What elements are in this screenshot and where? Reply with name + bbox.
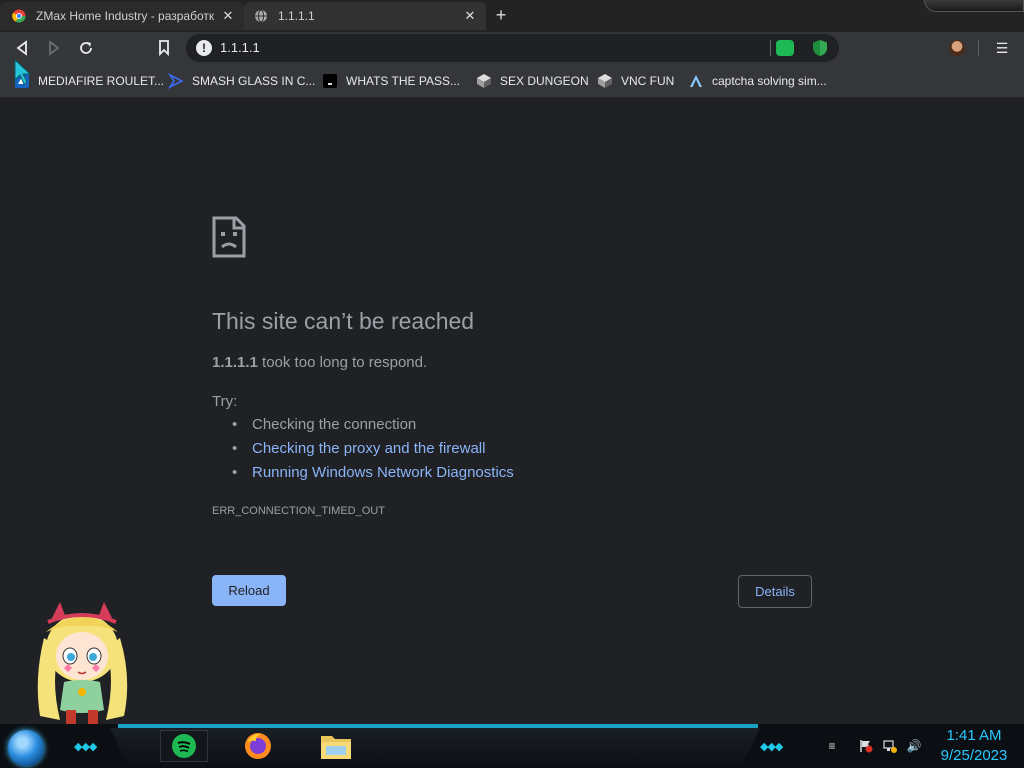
chrome-icon	[12, 9, 26, 23]
tray-overflow-icon[interactable]: ≡	[824, 738, 840, 754]
spotify-extension-icon[interactable]	[776, 40, 794, 56]
tab-title: ZMax Home Industry - разработк	[36, 9, 215, 23]
visualstudio-icon	[168, 73, 184, 89]
folder-icon	[321, 736, 351, 759]
clock-time: 1:41 AM	[946, 727, 1002, 744]
url-text[interactable]: 1.1.1.1	[220, 40, 260, 55]
bookmark-label: SMASH GLASS IN C...	[192, 74, 316, 88]
divider	[978, 40, 979, 56]
info-icon[interactable]: !	[196, 40, 212, 56]
bookmark-icon	[159, 40, 169, 56]
suggestion-item: Checking the connection	[232, 416, 514, 440]
back-icon	[16, 40, 27, 56]
bookmark-label: WHATS THE PASS...	[346, 74, 461, 88]
dungeon-icon	[476, 73, 492, 89]
reload-button[interactable]	[76, 38, 96, 58]
sad-page-icon	[212, 216, 246, 263]
bookmark-button[interactable]	[154, 38, 174, 58]
bookmark-vnc-fun[interactable]: VNC FUN	[597, 72, 674, 90]
taskbar-file-explorer[interactable]	[320, 730, 352, 762]
bookmarks-bar: MEDIAFIRE ROULET... SMASH GLASS IN C... …	[0, 64, 1024, 98]
forward-icon	[49, 40, 60, 56]
bookmark-sex-dungeon[interactable]: SEX DUNGEON	[476, 72, 589, 90]
menu-button[interactable]: ☰	[994, 38, 1010, 58]
window-decoration	[924, 0, 1024, 12]
taskbar-firefox[interactable]	[242, 730, 274, 762]
start-button[interactable]	[8, 730, 44, 766]
refresh-icon	[80, 42, 92, 54]
reload-button[interactable]: Reload	[212, 575, 286, 606]
error-host: 1.1.1.1	[212, 354, 258, 371]
bookmark-label: SEX DUNGEON	[500, 74, 589, 88]
profile-avatar[interactable]	[949, 40, 965, 56]
suggestion-proxy-firewall-link[interactable]: Checking the proxy and the firewall	[252, 440, 485, 457]
bookmark-smash-glass[interactable]: SMASH GLASS IN C...	[168, 72, 315, 90]
taskbar-spotify[interactable]	[160, 730, 208, 762]
error-message-text: took too long to respond.	[257, 354, 428, 371]
terminal-icon	[322, 73, 338, 89]
volume-icon[interactable]: 🔊	[906, 738, 922, 754]
firefox-icon	[245, 733, 271, 759]
toolbar: ! 1.1.1.1 ☰	[0, 32, 1024, 64]
tab-1-1-1-1[interactable]: 1.1.1.1 ✕	[244, 2, 486, 30]
bookmark-label: captcha solving sim...	[712, 74, 827, 88]
try-label: Try:	[212, 393, 238, 410]
network-icon[interactable]	[882, 738, 898, 754]
tab-zmax[interactable]: ZMax Home Industry - разработк ✕	[0, 2, 244, 30]
shield-extension-icon[interactable]	[812, 39, 828, 57]
decorative-chevrons-icon: ◆◆◆	[760, 741, 783, 753]
address-bar[interactable]: ! 1.1.1.1	[186, 34, 839, 62]
taskbar-glow	[118, 724, 758, 728]
action-center-flag-icon[interactable]	[858, 738, 874, 754]
desktop-mascot	[30, 598, 135, 726]
vnc-icon	[597, 73, 613, 89]
suggestion-check-connection: Checking the connection	[252, 416, 417, 433]
close-icon[interactable]: ✕	[460, 8, 480, 24]
taskbar: ◆◆◆ ◆◆◆ ≡ 🔊 1:41 AM 9/25/2023	[0, 724, 1024, 768]
spotify-icon	[172, 734, 196, 758]
clock-date: 9/25/2023	[940, 747, 1008, 764]
tab-title: 1.1.1.1	[278, 9, 315, 23]
suggestion-list: Checking the connection Checking the pro…	[232, 416, 514, 488]
details-button[interactable]: Details	[738, 575, 812, 608]
bookmark-captcha[interactable]: captcha solving sim...	[688, 72, 827, 90]
decorative-chevrons-icon: ◆◆◆	[74, 741, 97, 753]
close-icon[interactable]: ✕	[218, 8, 238, 24]
globe-icon	[254, 9, 268, 23]
error-code: ERR_CONNECTION_TIMED_OUT	[212, 505, 385, 517]
new-tab-button[interactable]: +	[490, 5, 512, 27]
suggestion-item: Checking the proxy and the firewall	[232, 440, 514, 464]
divider	[770, 40, 771, 56]
vercel-icon	[688, 73, 704, 89]
error-title: This site can’t be reached	[212, 308, 475, 334]
system-clock[interactable]: 1:41 AM 9/25/2023	[930, 726, 1018, 766]
error-page: This site can’t be reached 1.1.1.1 took …	[0, 98, 1024, 724]
bookmark-label: MEDIAFIRE ROULET...	[38, 74, 165, 88]
back-button[interactable]	[12, 38, 32, 58]
bookmark-whats-the-pass[interactable]: WHATS THE PASS...	[322, 72, 460, 90]
error-message: 1.1.1.1 took too long to respond.	[212, 354, 427, 371]
tab-strip: ZMax Home Industry - разработк ✕ 1.1.1.1…	[0, 0, 1024, 32]
bookmark-mediafire[interactable]: MEDIAFIRE ROULET...	[14, 72, 164, 90]
forward-button[interactable]	[44, 38, 64, 58]
bookmark-label: VNC FUN	[621, 74, 675, 88]
suggestion-network-diagnostics-link[interactable]: Running Windows Network Diagnostics	[252, 464, 514, 481]
suggestion-item: Running Windows Network Diagnostics	[232, 464, 514, 488]
mouse-cursor	[13, 58, 33, 91]
